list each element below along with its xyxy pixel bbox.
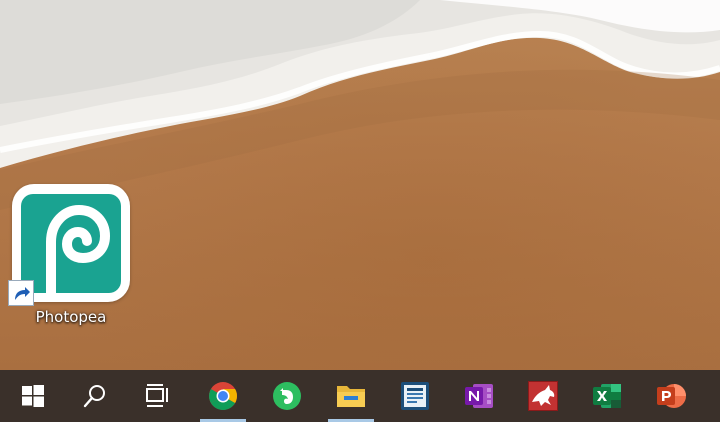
folder-icon [337,386,365,407]
red-dragon-app-icon [528,381,558,411]
powerpoint-icon [657,384,686,408]
excel-taskbar-button[interactable] [576,370,638,422]
red-dragon-taskbar-button[interactable] [512,370,574,422]
evernote-icon [273,382,301,410]
shortcut-label: Photopea [35,308,107,326]
onenote-taskbar-button[interactable] [448,370,510,422]
onenote-icon [465,384,493,408]
chrome-icon [209,382,237,410]
chrome-taskbar-button[interactable] [192,370,254,422]
blue-app-icon [401,382,429,410]
desktop: Photopea [0,0,720,370]
blue-app-taskbar-button[interactable] [384,370,446,422]
taskbar [0,370,720,422]
task-view-button[interactable] [126,370,188,422]
search-icon [83,385,105,408]
shortcut-arrow-icon [8,280,34,306]
file-explorer-taskbar-button[interactable] [320,370,382,422]
evernote-taskbar-button[interactable] [256,370,318,422]
search-button[interactable] [64,370,126,422]
windows-logo-icon [22,385,44,407]
start-button[interactable] [2,370,64,422]
excel-icon [593,384,621,408]
powerpoint-taskbar-button[interactable] [640,370,702,422]
photopea-shortcut[interactable]: Photopea [6,180,136,336]
task-view-icon [146,384,168,407]
